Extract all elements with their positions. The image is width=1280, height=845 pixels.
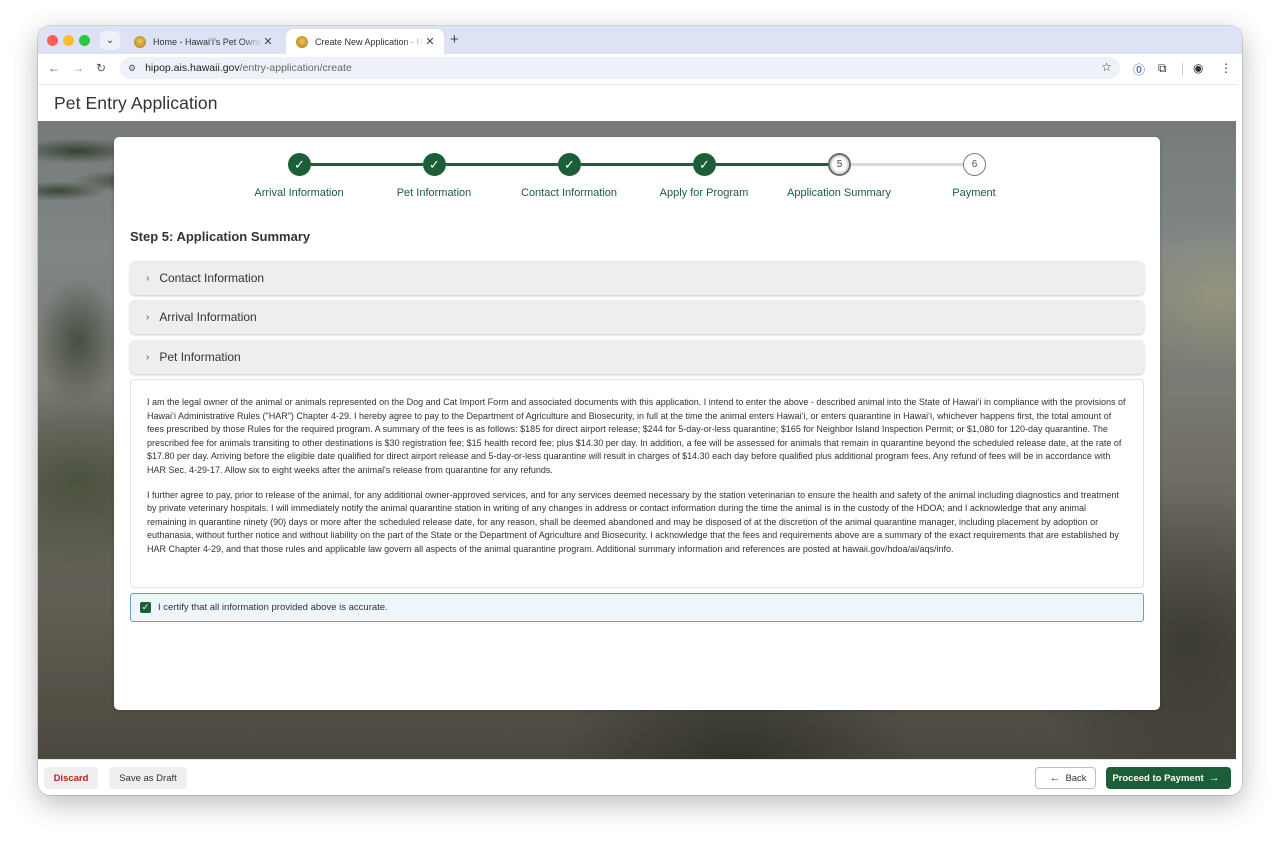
- stepper-connector: [581, 163, 693, 166]
- maximize-window-button[interactable]: [79, 35, 90, 46]
- accordion-label: Arrival Information: [159, 310, 257, 324]
- password-manager-extension-icon[interactable]: ⓪: [1133, 61, 1145, 78]
- step-2-complete: ✓: [423, 153, 446, 176]
- close-window-button[interactable]: [47, 35, 58, 46]
- close-icon[interactable]: ✕: [262, 35, 274, 48]
- chevron-down-icon: ⌄: [105, 35, 115, 46]
- checkmark-icon: ✓: [141, 602, 150, 612]
- reload-icon[interactable]: ↻: [96, 61, 106, 75]
- checkmark-icon: ✓: [429, 156, 440, 172]
- proceed-label: Proceed to Payment: [1112, 772, 1204, 784]
- stepper-connector: [716, 163, 828, 166]
- checkmark-icon: ✓: [564, 156, 575, 172]
- checkmark-icon: ✓: [294, 156, 305, 172]
- step-1-complete: ✓: [288, 153, 311, 176]
- browser-window: ⌄ Home - Hawaiʻi's Pet Owner Services ✕ …: [38, 26, 1242, 795]
- terms-paragraph-fees: I am the legal owner of the animal or an…: [147, 397, 1126, 475]
- forward-arrow-icon[interactable]: →: [72, 61, 84, 75]
- step-6-pending: 6: [963, 153, 986, 176]
- chevron-right-icon: ›: [146, 311, 150, 323]
- chevron-right-icon: ›: [146, 272, 150, 284]
- close-icon[interactable]: ✕: [424, 35, 436, 48]
- discard-button[interactable]: Discard: [44, 767, 98, 789]
- arrow-left-icon: ←: [1049, 772, 1061, 784]
- stepper-connector: [446, 163, 558, 166]
- new-tab-button[interactable]: +: [450, 31, 459, 48]
- browser-toolbar: ← → ↻ ⚙ hipop.ais.hawaii.gov/entry-appli…: [38, 54, 1242, 84]
- section-title: Step 5: Application Summary: [130, 229, 311, 244]
- accordion-contact-information[interactable]: › Contact Information: [130, 261, 1144, 295]
- toolbar-divider: [1182, 63, 1183, 76]
- footer-action-bar: Discard Save as Draft ← Back Proceed to …: [38, 759, 1236, 795]
- back-button[interactable]: ← Back: [1035, 767, 1096, 789]
- window-edge: [1236, 84, 1242, 795]
- terms-paragraph-services: I further agree to pay, prior to release…: [147, 489, 1119, 554]
- tab-strip: ⌄ Home - Hawaiʻi's Pet Owner Services ✕ …: [38, 26, 1242, 54]
- url-path: /entry-application/create: [239, 62, 352, 74]
- minimize-window-button[interactable]: [63, 35, 74, 46]
- background-photo: ✓ ✓ ✓ ✓ 5 6 Arrival Information Pet Info…: [38, 121, 1236, 759]
- accordion-label: Pet Information: [159, 350, 241, 364]
- stepper-connector: [851, 163, 963, 166]
- step-number: 6: [971, 159, 978, 170]
- browser-tab-create-application[interactable]: Create New Application - Hawaiʻi's Pet O…: [286, 29, 444, 54]
- tab-search-button[interactable]: ⌄: [100, 31, 120, 50]
- certify-checkbox-row[interactable]: ✓ I certify that all information provide…: [130, 593, 1144, 622]
- step-5-current: 5: [828, 153, 851, 176]
- application-card: ✓ ✓ ✓ ✓ 5 6 Arrival Information Pet Info…: [114, 137, 1160, 710]
- checkmark-icon: ✓: [699, 156, 710, 172]
- site-settings-icon[interactable]: ⚙: [128, 63, 136, 74]
- save-as-draft-button[interactable]: Save as Draft: [109, 767, 187, 789]
- arrow-right-icon: →: [1208, 772, 1220, 784]
- address-bar[interactable]: ⚙ hipop.ais.hawaii.gov/entry-application…: [120, 57, 1120, 79]
- accordion-label: Contact Information: [159, 271, 265, 285]
- profile-avatar-icon[interactable]: ◉: [1193, 61, 1203, 75]
- back-label: Back: [1065, 772, 1087, 784]
- browser-tab-home[interactable]: Home - Hawaiʻi's Pet Owner Services ✕: [124, 29, 282, 54]
- chevron-right-icon: ›: [146, 351, 150, 363]
- back-arrow-icon[interactable]: ←: [48, 61, 60, 75]
- extensions-puzzle-icon[interactable]: ⧉: [1158, 61, 1167, 76]
- app-header: Pet Entry Application: [38, 84, 1236, 121]
- url-host: hipop.ais.hawaii.gov: [145, 62, 240, 74]
- step-number: 5: [836, 159, 843, 170]
- accordion-pet-information[interactable]: › Pet Information: [130, 340, 1144, 374]
- page-title: Pet Entry Application: [54, 93, 218, 113]
- tab-title: Create New Application - Hawaiʻi's Pet O…: [315, 36, 424, 47]
- step-label-payment: Payment: [952, 187, 996, 199]
- site-seal-icon: [134, 35, 146, 48]
- stepper-connector: [311, 163, 423, 166]
- terms-agreement-box: I am the legal owner of the animal or an…: [130, 379, 1144, 588]
- more-menu-icon[interactable]: ⋮: [1220, 61, 1232, 75]
- step-4-complete: ✓: [693, 153, 716, 176]
- bookmark-star-icon[interactable]: ☆: [1101, 60, 1112, 74]
- site-seal-icon: [296, 35, 308, 48]
- step-3-complete: ✓: [558, 153, 581, 176]
- progress-stepper: ✓ ✓ ✓ ✓ 5 6 Arrival Information Pet Info…: [114, 137, 1160, 207]
- certify-checkbox[interactable]: ✓: [140, 602, 151, 613]
- accordion-arrival-information[interactable]: › Arrival Information: [130, 300, 1144, 334]
- tab-title: Home - Hawaiʻi's Pet Owner Services: [153, 36, 262, 47]
- certify-label: I certify that all information provided …: [158, 602, 388, 613]
- proceed-to-payment-button[interactable]: Proceed to Payment →: [1106, 767, 1231, 789]
